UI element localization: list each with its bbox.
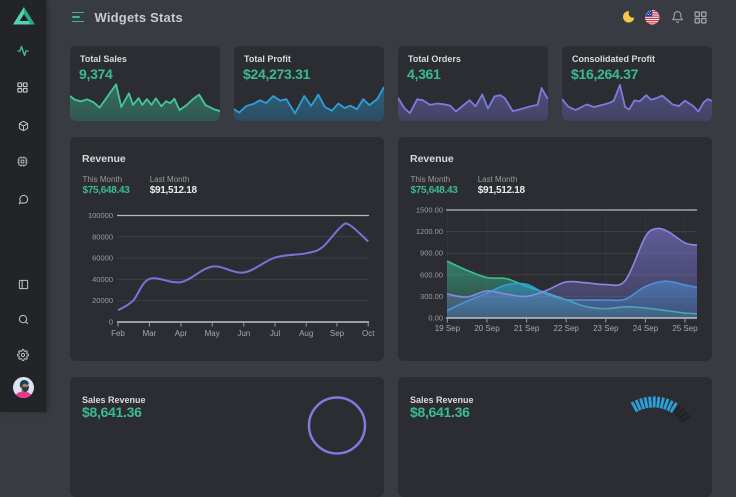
svg-text:80000: 80000 [92,232,113,241]
svg-text:300.00: 300.00 [420,292,443,301]
svg-text:Sep: Sep [330,329,345,338]
svg-text:23 Sep: 23 Sep [593,324,619,333]
svg-text:Aug: Aug [299,329,313,338]
svg-text:0.00: 0.00 [428,314,443,323]
svg-text:60000: 60000 [92,254,113,263]
svg-text:0: 0 [109,318,113,327]
svg-text:21 Sep: 21 Sep [514,324,540,333]
svg-text:Jul: Jul [270,329,280,338]
svg-text:20000: 20000 [92,296,113,305]
svg-text:25 Sep: 25 Sep [672,324,698,333]
svg-text:May: May [205,329,220,338]
svg-text:24 Sep: 24 Sep [633,324,659,333]
svg-text:900.00: 900.00 [420,249,443,258]
svg-text:Oct: Oct [362,329,375,338]
svg-text:1500.00: 1500.00 [416,206,443,215]
svg-text:Mar: Mar [143,329,157,338]
svg-text:22 Sep: 22 Sep [554,324,580,333]
svg-text:600.00: 600.00 [420,270,443,279]
svg-text:40000: 40000 [92,275,113,284]
svg-text:19 Sep: 19 Sep [435,324,461,333]
svg-text:Apr: Apr [175,329,188,338]
svg-text:100000: 100000 [88,211,113,220]
svg-text:1200.00: 1200.00 [416,227,443,236]
svg-text:Jun: Jun [237,329,250,338]
svg-text:Feb: Feb [111,329,125,338]
svg-text:20 Sep: 20 Sep [474,324,500,333]
